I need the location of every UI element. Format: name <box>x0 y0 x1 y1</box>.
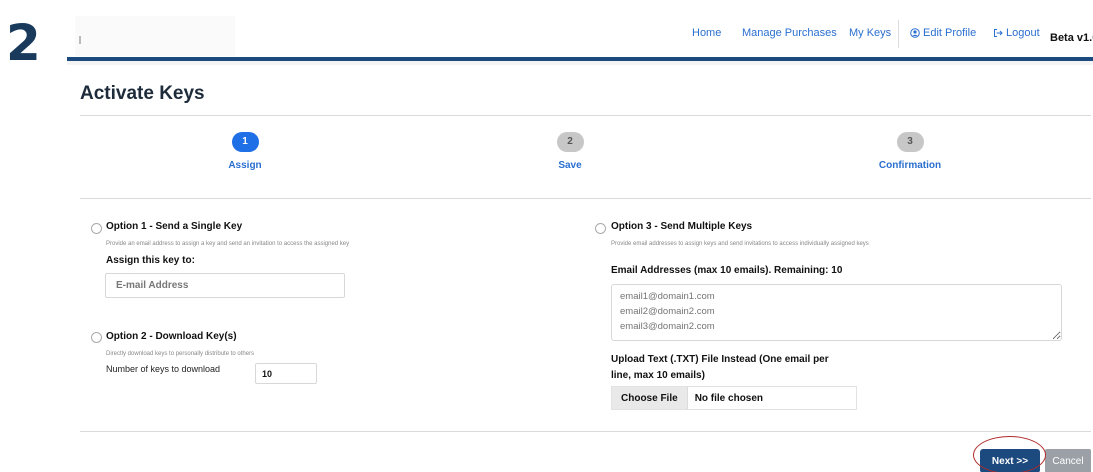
logout-icon <box>994 29 1003 37</box>
stepper-step-assign: 1 Assign <box>185 132 305 171</box>
assign-key-label: Assign this key to: <box>106 255 195 266</box>
nav-logout-label: Logout <box>1006 27 1040 39</box>
option3-title: Option 3 - Send Multiple Keys <box>611 221 753 232</box>
option1-description: Provide an email address to assign a key… <box>106 241 350 247</box>
option3-description: Provide email addresses to assign keys a… <box>611 241 869 247</box>
version-label: Beta v1.0 <box>1050 32 1093 44</box>
keys-count-label: Number of keys to download <box>106 364 221 374</box>
top-navbar: Home Manage Purchases My Keys Edit Profi… <box>67 8 1093 61</box>
email-addresses-textarea[interactable] <box>611 284 1062 341</box>
page-title: Activate Keys <box>80 83 205 104</box>
stepper-step-save: 2 Save <box>510 132 630 171</box>
app-window: Home Manage Purchases My Keys Edit Profi… <box>67 8 1093 472</box>
cancel-button[interactable]: Cancel <box>1045 449 1091 472</box>
nav-edit-profile-label: Edit Profile <box>923 27 977 39</box>
nav-divider <box>898 20 899 48</box>
stepper-step-confirmation: 3 Confirmation <box>850 132 970 171</box>
option2-description: Directly download keys to personally dis… <box>106 351 255 357</box>
nav-my-keys[interactable]: My Keys <box>849 27 891 39</box>
option2-title: Option 2 - Download Key(s) <box>106 331 237 342</box>
email-address-input[interactable] <box>105 273 345 298</box>
option1-title: Option 1 - Send a Single Key <box>106 221 243 232</box>
choose-file-button[interactable]: Choose File <box>612 387 688 409</box>
nav-edit-profile[interactable]: Edit Profile <box>910 27 976 39</box>
stepper-divider <box>80 198 1091 199</box>
option3-radio[interactable] <box>595 223 606 234</box>
keys-count-input[interactable] <box>255 363 317 384</box>
step-label: Assign <box>228 160 262 171</box>
title-divider <box>80 115 1091 116</box>
step-number: 2 <box>6 14 41 72</box>
nav-home[interactable]: Home <box>692 27 721 39</box>
nav-manage-purchases[interactable]: Manage Purchases <box>742 27 837 39</box>
activate-keys-card: Activate Keys 1 Assign 2 Save 3 Confirma… <box>67 65 1093 472</box>
step-label: Confirmation <box>878 160 942 171</box>
nav-logout[interactable]: Logout <box>993 27 1040 39</box>
upload-file-label: Upload Text (.TXT) File Instead (One ema… <box>611 354 829 381</box>
option2-radio[interactable] <box>91 332 102 343</box>
footer-divider <box>80 431 1091 432</box>
email-addresses-label: Email Addresses (max 10 emails). Remaini… <box>611 265 843 276</box>
step-label: Save <box>558 160 582 171</box>
step-circle: 1 <box>231 132 259 152</box>
logo <box>75 16 235 56</box>
user-circle-icon <box>910 28 920 38</box>
file-input[interactable]: Choose File No file chosen <box>611 386 857 410</box>
step-circle: 3 <box>896 132 924 152</box>
step-circle: 2 <box>556 132 584 152</box>
file-status: No file chosen <box>694 392 764 404</box>
option1-radio[interactable] <box>91 223 102 234</box>
next-button[interactable]: Next >> <box>980 449 1040 472</box>
